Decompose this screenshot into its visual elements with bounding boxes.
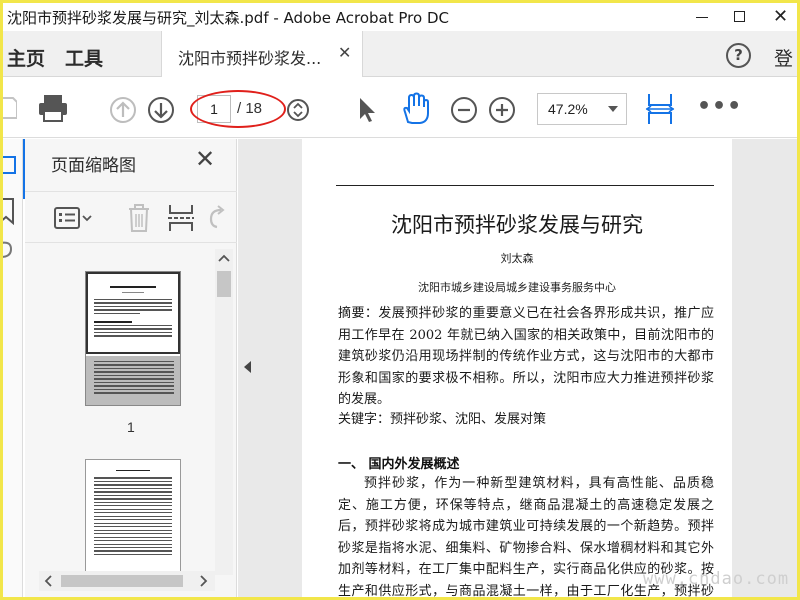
tab-tools[interactable]: 工具 <box>65 44 103 71</box>
document-affiliation: 沈阳市城乡建设局城乡建设事务服务中心 <box>418 281 616 294</box>
page-thumbnail-2[interactable] <box>85 459 181 575</box>
tab-document-label: 沈阳市预拌砂浆发... <box>178 49 322 68</box>
hand-tool-icon[interactable] <box>399 92 431 126</box>
thumbnail-offscreen-area <box>86 356 180 405</box>
zoom-in-icon[interactable] <box>487 95 517 125</box>
tab-close-icon[interactable]: ✕ <box>338 43 351 62</box>
close-window-icon[interactable]: ✕ <box>773 6 788 27</box>
document-page[interactable]: 沈阳市预拌砂浆发展与研究 刘太森 沈阳市城乡建设局城乡建设事务服务中心 摘要：发… <box>302 139 732 597</box>
chevron-down-icon <box>608 106 618 112</box>
save-icon[interactable] <box>3 94 17 122</box>
next-page-icon[interactable] <box>146 95 176 125</box>
page-extract-icon[interactable] <box>167 202 195 234</box>
login-link[interactable]: 登 <box>774 44 793 71</box>
zoom-value: 47.2% <box>548 101 588 117</box>
tab-document[interactable]: 沈阳市预拌砂浆发... ✕ <box>161 31 363 77</box>
vertical-scroll-thumb[interactable] <box>217 271 231 297</box>
page-thumbnail-1[interactable] <box>85 271 181 406</box>
left-rail <box>3 139 23 597</box>
maximize-icon[interactable] <box>734 11 745 22</box>
panel-close-icon[interactable]: ✕ <box>195 145 215 173</box>
title-bar: 沈阳市预拌砂浆发展与研究_刘太森.pdf - Adobe Acrobat Pro… <box>3 3 797 31</box>
scroll-right-icon[interactable] <box>199 575 209 587</box>
thumbnail-vertical-scrollbar[interactable] <box>215 249 233 575</box>
document-author: 刘太森 <box>500 252 534 265</box>
fit-page-icon[interactable] <box>645 91 675 127</box>
page-thumbnails-icon[interactable] <box>3 153 21 177</box>
rotate-icon[interactable] <box>207 204 229 232</box>
header-rule <box>336 185 714 186</box>
page-navigation-icon[interactable] <box>285 97 311 123</box>
previous-page-icon[interactable] <box>108 95 138 125</box>
select-cursor-icon[interactable] <box>355 95 379 125</box>
bookmarks-icon[interactable] <box>3 197 21 225</box>
panel-toolbar <box>25 191 237 243</box>
scroll-up-icon[interactable] <box>218 253 230 263</box>
annotation-ellipse <box>190 90 286 128</box>
zoom-select[interactable]: 47.2% <box>537 93 627 125</box>
more-tools-icon[interactable]: ••• <box>697 94 742 119</box>
collapse-panel-icon[interactable] <box>244 361 251 373</box>
document-view[interactable]: 沈阳市预拌砂浆发展与研究 刘太森 沈阳市城乡建设局城乡建设事务服务中心 摘要：发… <box>258 139 797 597</box>
document-keywords: 关键字：预拌砂浆、沈阳、发展对策 <box>338 412 547 427</box>
attachment-icon[interactable] <box>3 239 21 261</box>
main-toolbar: 1 / 18 47.2% ••• <box>3 78 797 138</box>
document-title: 沈阳市预拌砂浆发展与研究 <box>391 213 643 237</box>
window-title: 沈阳市预拌砂浆发展与研究_刘太森.pdf - Adobe Acrobat Pro… <box>7 9 449 27</box>
help-icon[interactable]: ? <box>726 43 751 68</box>
panel-title: 页面缩略图 <box>51 156 136 176</box>
app-window: 沈阳市预拌砂浆发展与研究_刘太森.pdf - Adobe Acrobat Pro… <box>0 0 800 600</box>
tab-bar: 主页 工具 沈阳市预拌砂浆发... ✕ ? 登 <box>3 31 797 77</box>
horizontal-scroll-thumb[interactable] <box>61 575 183 587</box>
tab-home[interactable]: 主页 <box>7 44 45 71</box>
minimize-icon[interactable] <box>696 17 708 18</box>
thumbnail-options-icon[interactable] <box>53 204 93 232</box>
thumbnail-list: 1 <box>25 245 213 575</box>
watermark: www.cndao.com <box>643 569 790 589</box>
thumbnails-panel: 页面缩略图 ✕ 1 <box>25 139 237 597</box>
zoom-out-icon[interactable] <box>449 95 479 125</box>
panel-collapse-gutter[interactable] <box>238 139 258 597</box>
document-abstract: 摘要：发展预拌砂浆的重要意义已在社会各界形成共识，推广应用工作早在 2002 年… <box>338 306 714 407</box>
section-heading: 一、 国内外发展概述 <box>338 457 460 472</box>
print-icon[interactable] <box>37 93 69 123</box>
thumbnail-horizontal-scrollbar[interactable] <box>39 571 215 591</box>
thumbnail-viewport-box[interactable] <box>86 272 180 354</box>
trash-icon[interactable] <box>125 202 153 234</box>
thumbnail-page-number: 1 <box>127 419 135 435</box>
scroll-left-icon[interactable] <box>43 575 53 587</box>
